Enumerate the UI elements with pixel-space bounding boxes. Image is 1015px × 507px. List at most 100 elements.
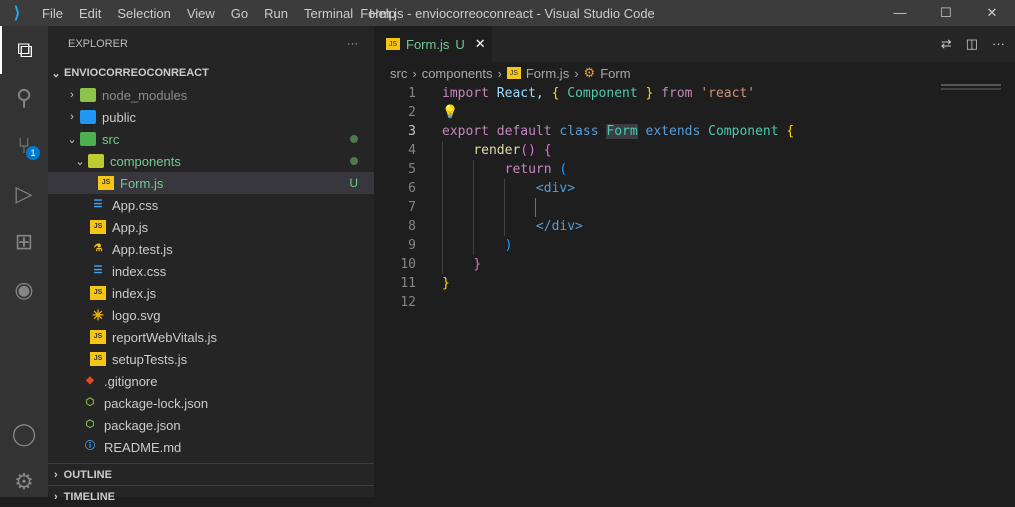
- tree-item-app-test-js[interactable]: ⚗ App.test.js: [48, 238, 374, 260]
- tree-item-report-web-vitals[interactable]: JS reportWebVitals.js: [48, 326, 374, 348]
- tree-item-src[interactable]: ⌄ src: [48, 128, 374, 150]
- chevron-right-icon: ›: [70, 89, 74, 101]
- outline-section[interactable]: › OUTLINE: [48, 463, 374, 485]
- crumb-file[interactable]: Form.js: [526, 66, 569, 81]
- code-line: 8 </div>: [408, 219, 583, 234]
- tree-item-setup-tests[interactable]: JS setupTests.js: [48, 348, 374, 370]
- npm-file-icon: ⬡: [85, 419, 95, 430]
- test-flask-icon: ⚗: [93, 243, 103, 254]
- svg-file-icon: ✳: [92, 307, 104, 323]
- css-file-icon: ☰: [93, 199, 103, 210]
- tree-item-package-json[interactable]: ⬡ package.json: [48, 414, 374, 436]
- activity-bar: ⧉ ⚲ ⑂ 1 ▷ ⊞ ◉ ◯ ⚙: [0, 26, 48, 497]
- menu-go[interactable]: Go: [231, 6, 248, 21]
- tree-item-app-css[interactable]: ☰ App.css: [48, 194, 374, 216]
- css-file-icon: ☰: [93, 265, 103, 276]
- close-icon[interactable]: ✕: [969, 0, 1015, 26]
- account-icon[interactable]: ◯: [0, 410, 48, 458]
- npm-file-icon: ⬡: [85, 397, 95, 408]
- folder-public-icon: [80, 110, 96, 124]
- tree-item-index-js[interactable]: JS index.js: [48, 282, 374, 304]
- tree-item-gitignore[interactable]: ◆ .gitignore: [48, 370, 374, 392]
- search-icon[interactable]: ⚲: [0, 74, 48, 122]
- tree-item-app-js[interactable]: JS App.js: [48, 216, 374, 238]
- crumb-src[interactable]: src: [390, 66, 407, 81]
- chevron-down-icon: ⌄: [67, 133, 77, 146]
- run-debug-icon[interactable]: ▷: [0, 170, 48, 218]
- tree-item-node-modules[interactable]: › node_modules: [48, 84, 374, 106]
- timeline-section[interactable]: › TIMELINE: [48, 485, 374, 507]
- more-actions-icon[interactable]: ···: [347, 38, 358, 50]
- js-file-icon: JS: [506, 67, 521, 79]
- git-file-icon: ◆: [86, 375, 94, 386]
- explorer-icon[interactable]: ⧉: [0, 26, 48, 74]
- split-editor-icon[interactable]: ◫: [966, 36, 978, 52]
- tree-item-readme[interactable]: ⓘ README.md: [48, 436, 374, 458]
- breadcrumb: src › components › JS Form.js › ⚙ Form: [390, 65, 631, 81]
- menu-selection[interactable]: Selection: [117, 6, 170, 21]
- js-file-icon: JS: [386, 38, 400, 50]
- code-line: 6 <div>: [408, 181, 576, 196]
- js-file-icon: JS: [98, 176, 114, 190]
- tree-item-public[interactable]: › public: [48, 106, 374, 128]
- tree-item-logo-svg[interactable]: ✳ logo.svg: [48, 304, 374, 326]
- modified-dot: [350, 157, 358, 165]
- code-line: 3 export default class Form extends Compo…: [408, 124, 795, 139]
- menu-view[interactable]: View: [187, 6, 215, 21]
- vscode-logo-icon: ⟩: [13, 5, 21, 22]
- source-control-icon[interactable]: ⑂ 1: [0, 122, 48, 170]
- lightbulb-icon[interactable]: 💡: [442, 105, 458, 120]
- tree-item-index-css[interactable]: ☰ index.css: [48, 260, 374, 282]
- menu-bar: File Edit Selection View Go Run Terminal Help: [34, 6, 404, 21]
- minimap[interactable]: [941, 84, 1001, 96]
- folder-src-icon: [80, 132, 96, 146]
- github-icon[interactable]: ◉: [0, 266, 48, 314]
- explorer-title: EXPLORER: [68, 38, 128, 50]
- menu-help[interactable]: Help: [369, 6, 396, 21]
- tree-item-package-lock[interactable]: ⬡ package-lock.json: [48, 392, 374, 414]
- modified-dot: [350, 135, 358, 143]
- settings-gear-icon[interactable]: ⚙: [0, 458, 48, 506]
- folder-node-icon: [80, 88, 96, 102]
- folder-components-icon: [88, 154, 104, 168]
- js-file-icon: JS: [90, 352, 106, 366]
- menu-file[interactable]: File: [42, 6, 63, 21]
- code-line: 10 }: [400, 257, 482, 272]
- more-actions-icon[interactable]: ···: [992, 36, 1005, 52]
- code-line: 5 return (: [408, 162, 568, 177]
- crumb-class[interactable]: Form: [600, 66, 630, 81]
- open-changes-icon[interactable]: ⇄: [941, 36, 952, 52]
- menu-terminal[interactable]: Terminal: [304, 6, 353, 21]
- untracked-badge: U: [349, 176, 358, 190]
- code-line: 9 ): [408, 238, 513, 253]
- editor-area: JS Form.js U ✕ ⇄ ◫ ··· src › components › JS For…: [374, 26, 1015, 497]
- chevron-right-icon: ›: [70, 111, 74, 123]
- js-file-icon: JS: [90, 286, 106, 300]
- tree-item-form-js[interactable]: JS Form.js U: [48, 172, 374, 194]
- code-line: 1 import React, { Component } from 'react…: [408, 86, 756, 101]
- code-line: 7: [408, 200, 416, 215]
- js-file-icon: JS: [90, 220, 106, 234]
- code-line: 4 render() {: [408, 143, 552, 158]
- js-file-icon: JS: [90, 330, 106, 344]
- menu-edit[interactable]: Edit: [79, 6, 101, 21]
- project-root[interactable]: ⌄ ENVIOCORREOCONREACT: [48, 62, 374, 84]
- minimize-icon[interactable]: —: [877, 0, 923, 26]
- menu-run[interactable]: Run: [264, 6, 288, 21]
- class-symbol-icon: ⚙: [583, 65, 596, 80]
- scm-badge: 1: [26, 146, 40, 160]
- code-line: 12: [400, 295, 416, 310]
- title-bar: ⟩ File Edit Selection View Go Run Terminal Help…: [0, 0, 1015, 26]
- code-line: 2 💡: [408, 105, 459, 120]
- code-editor[interactable]: 1 import React, { Component } from 'react…: [374, 84, 1015, 312]
- crumb-components[interactable]: components: [422, 66, 493, 81]
- tree-item-components[interactable]: ⌄ components: [48, 150, 374, 172]
- explorer-sidebar: EXPLORER ··· ⌄ ENVIOCORREOCONREACT › node_m…: [48, 26, 374, 503]
- chevron-down-icon: ⌄: [75, 155, 85, 168]
- tab-form-js[interactable]: JS Form.js U ✕: [374, 26, 492, 62]
- extensions-icon[interactable]: ⊞: [0, 218, 48, 266]
- maximize-icon[interactable]: ☐: [923, 0, 969, 26]
- info-file-icon: ⓘ: [85, 441, 95, 452]
- close-tab-icon[interactable]: ✕: [475, 36, 486, 52]
- code-line: 11}: [400, 276, 450, 291]
